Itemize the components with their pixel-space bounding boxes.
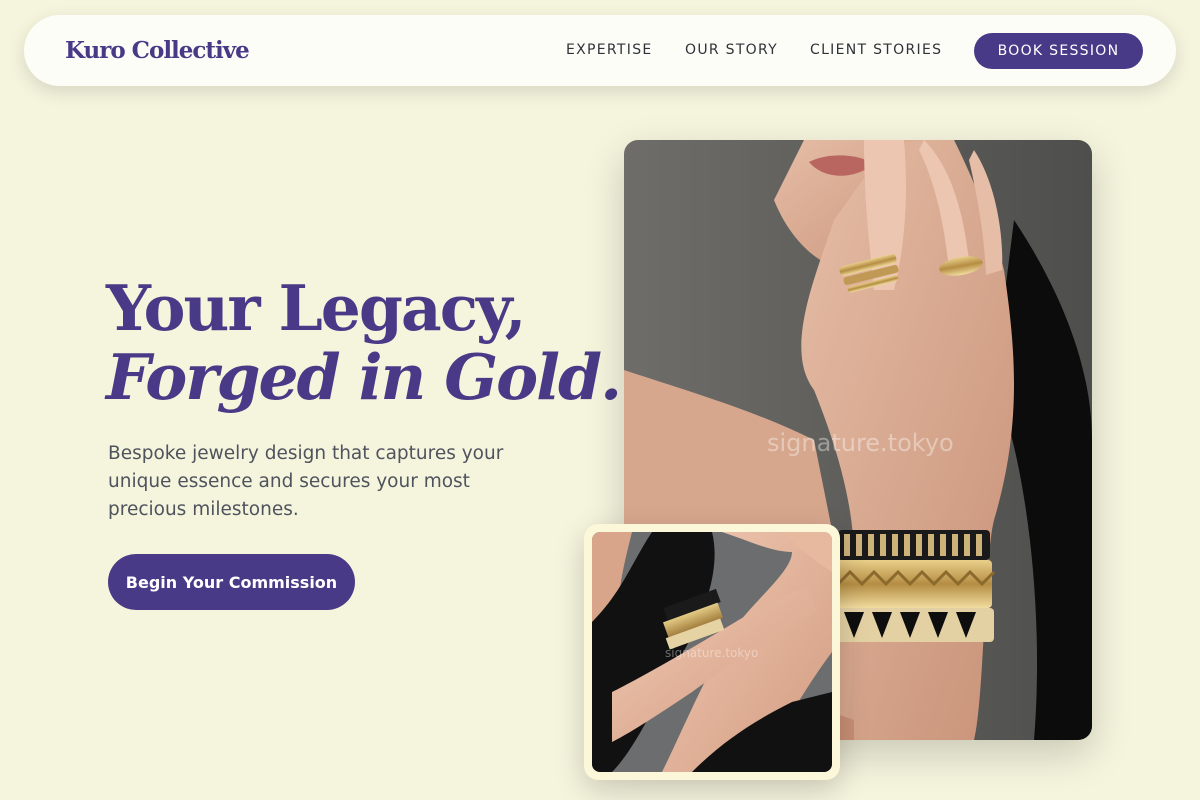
brand-logo[interactable]: Kuro Collective bbox=[65, 37, 250, 64]
hero-title-line-1: Your Legacy, bbox=[106, 271, 527, 345]
hero-title-line-2: Forged in Gold. bbox=[106, 340, 622, 414]
begin-commission-button[interactable]: Begin Your Commission bbox=[108, 554, 355, 610]
hero-secondary-photo: signature.tokyo bbox=[592, 532, 832, 772]
top-navbar: Kuro Collective EXPERTISE OUR STORY CLIE… bbox=[24, 15, 1176, 86]
hero-subtitle: Bespoke jewelry design that captures you… bbox=[108, 443, 504, 520]
nav-link-client-stories[interactable]: CLIENT STORIES bbox=[810, 42, 942, 58]
hero-title: Your Legacy, Forged in Gold. bbox=[106, 271, 622, 414]
gold-bracelet bbox=[834, 530, 996, 642]
nav-link-expertise[interactable]: EXPERTISE bbox=[566, 42, 653, 58]
book-session-button[interactable]: BOOK SESSION bbox=[974, 33, 1143, 69]
image-watermark-small: signature.tokyo bbox=[665, 646, 759, 660]
nav-link-our-story[interactable]: OUR STORY bbox=[685, 42, 778, 58]
hero-secondary-photo-frame: signature.tokyo bbox=[584, 524, 840, 780]
image-watermark: signature.tokyo bbox=[767, 429, 954, 457]
